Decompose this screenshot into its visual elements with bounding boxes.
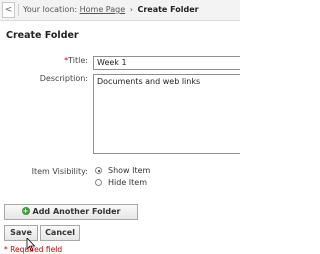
page-title: Create Folder — [6, 30, 79, 41]
chevron-left-icon: < — [4, 5, 13, 15]
breadcrumb-current: Create Folder — [137, 5, 199, 14]
show-item-label[interactable]: Show Item — [108, 166, 150, 175]
hide-item-radio[interactable] — [95, 179, 102, 186]
back-button[interactable]: < — [2, 2, 15, 18]
add-another-folder-button[interactable]: + Add Another Folder — [4, 204, 138, 220]
visibility-label: Item Visibility: — [31, 167, 88, 176]
breadcrumb-prefix: Your location: — [23, 5, 78, 14]
add-another-folder-label: Add Another Folder — [32, 207, 121, 216]
show-item-radio[interactable] — [95, 167, 102, 174]
cancel-button[interactable]: Cancel — [40, 225, 80, 241]
plus-circle-icon: + — [21, 207, 30, 215]
description-label: Description: — [39, 74, 88, 83]
title-label-text: Title: — [68, 56, 88, 65]
title-input[interactable]: Week 1 — [93, 56, 240, 70]
breadcrumb-bar: < Your location: Home Page › Create Fold… — [0, 0, 240, 21]
breadcrumb-divider — [18, 4, 19, 16]
create-folder-page: < Your location: Home Page › Create Fold… — [0, 0, 240, 254]
breadcrumb-separator: › — [129, 5, 133, 14]
title-label: *Title: — [10, 56, 88, 65]
breadcrumb-home-link[interactable]: Home Page — [80, 5, 126, 14]
required-field-note: * Required field — [4, 245, 63, 254]
breadcrumb: Your location: Home Page › Create Folder — [23, 0, 199, 20]
description-textarea[interactable]: Documents and web links — [93, 74, 240, 154]
hide-item-label[interactable]: Hide Item — [108, 178, 147, 187]
